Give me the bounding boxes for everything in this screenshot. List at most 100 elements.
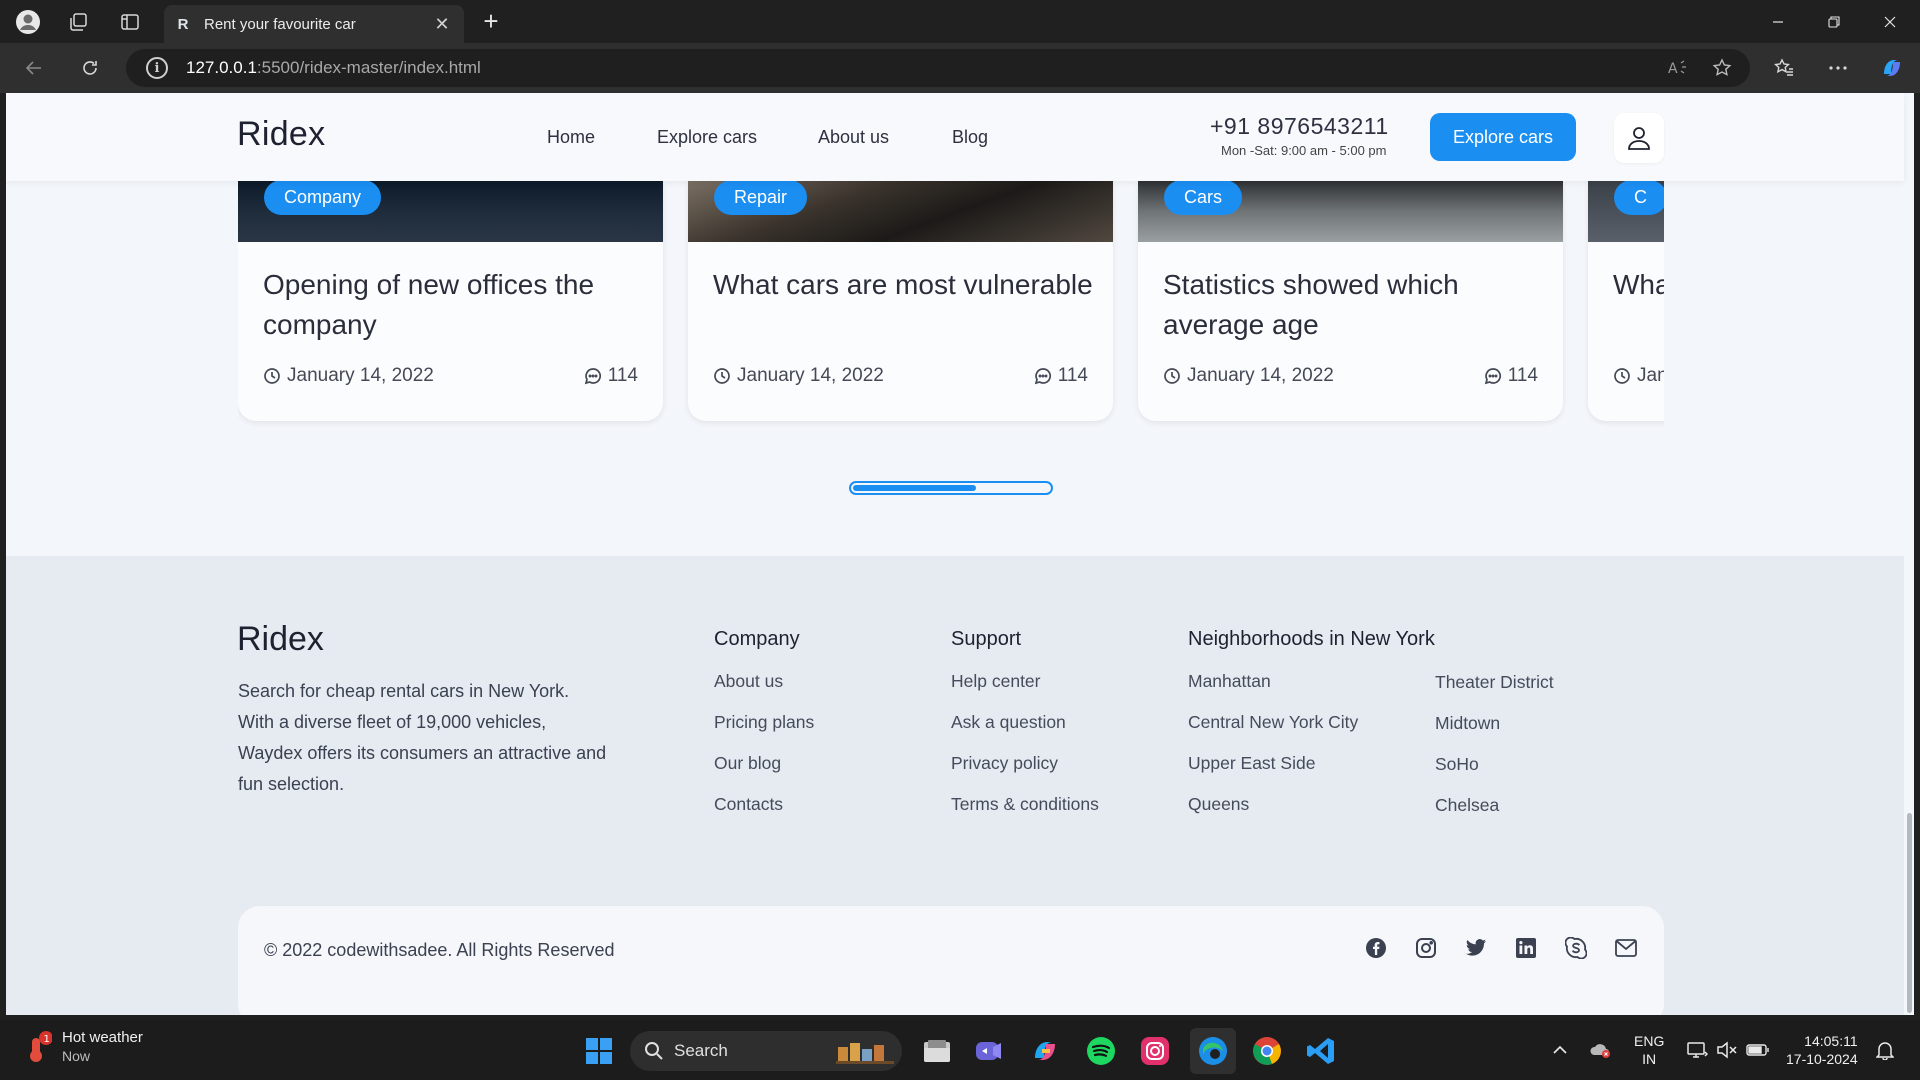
footer-link-neighborhood[interactable]: Midtown: [1435, 713, 1554, 735]
page-scrollbar[interactable]: [1904, 93, 1914, 1015]
copilot-icon[interactable]: [1874, 51, 1910, 85]
minimize-button[interactable]: [1750, 0, 1806, 43]
taskbar-search[interactable]: Search: [630, 1031, 902, 1071]
restore-button[interactable]: [1806, 0, 1862, 43]
site-logo[interactable]: Ridex: [237, 115, 325, 154]
copyright-text: © 2022 codewithsadee. All Rights Reserve…: [264, 940, 615, 960]
footer-bottom-bar: © 2022 codewithsadee. All Rights Reserve…: [238, 906, 1664, 1015]
clock[interactable]: 14:05:11 17-10-2024: [1786, 1020, 1858, 1080]
read-aloud-icon[interactable]: A: [1660, 49, 1696, 87]
footer-link-neighborhood[interactable]: Upper East Side: [1188, 753, 1435, 775]
blog-card[interactable]: Repair What cars are most vulnerable Jan…: [688, 181, 1113, 421]
contact-phone[interactable]: +91 8976543211: [1210, 113, 1389, 140]
refresh-icon[interactable]: [72, 51, 108, 85]
teams-icon[interactable]: [970, 1032, 1008, 1070]
explore-cars-button[interactable]: Explore cars: [1430, 113, 1576, 161]
onedrive-icon[interactable]: [1588, 1020, 1612, 1080]
browser-tab-active[interactable]: R Rent your favourite car ✕: [164, 5, 464, 43]
blog-carousel[interactable]: Company Opening of new offices the compa…: [238, 181, 1664, 441]
blog-card-title[interactable]: Statistics showed which average age: [1163, 265, 1543, 345]
blog-card[interactable]: Company Opening of new offices the compa…: [238, 181, 663, 421]
tab-favicon-icon: R: [177, 15, 189, 33]
footer-link-privacy-policy[interactable]: Privacy policy: [951, 753, 1099, 775]
blog-card-meta: Jan: [1613, 365, 1664, 387]
footer-link-about-us[interactable]: About us: [714, 671, 814, 693]
close-window-button[interactable]: [1862, 0, 1918, 43]
language-indicator[interactable]: ENG IN: [1634, 1020, 1664, 1080]
blog-card-title[interactable]: Wha rent: [1613, 265, 1664, 305]
address-bar[interactable]: i 127.0.0.1:5500/ridex-master/index.html…: [126, 49, 1750, 87]
blog-card-title[interactable]: What cars are most vulnerable: [713, 265, 1093, 305]
battery-icon[interactable]: [1746, 1020, 1770, 1080]
profile-icon[interactable]: [8, 8, 48, 36]
site-header: Ridex Home Explore cars About us Blog +9…: [6, 93, 1904, 181]
footer-link-neighborhood[interactable]: Queens: [1188, 794, 1435, 816]
clock-icon: [1164, 368, 1180, 384]
nav-explore-cars[interactable]: Explore cars: [657, 127, 757, 148]
footer-link-neighborhood[interactable]: SoHo: [1435, 754, 1554, 776]
blog-card[interactable]: C Wha rent Jan: [1588, 181, 1664, 421]
linkedin-icon[interactable]: [1514, 936, 1538, 960]
network-icon[interactable]: [1686, 1020, 1708, 1080]
blog-card-meta: January 14, 2022 114: [1163, 365, 1538, 387]
footer-link-neighborhood[interactable]: Theater District: [1435, 672, 1554, 694]
favorite-star-icon[interactable]: [1704, 49, 1740, 87]
carousel-scrollbar-thumb[interactable]: [853, 485, 977, 491]
file-explorer-icon[interactable]: [918, 1032, 956, 1070]
blog-card-title[interactable]: Opening of new offices the company: [263, 265, 643, 345]
new-tab-button[interactable]: +: [476, 8, 506, 35]
twitter-icon[interactable]: [1464, 936, 1488, 960]
volume-muted-icon[interactable]: [1716, 1020, 1738, 1080]
blog-card-category[interactable]: Cars: [1164, 181, 1243, 215]
footer-link-contacts[interactable]: Contacts: [714, 794, 814, 816]
search-highlight-icon: [836, 1043, 894, 1064]
show-hidden-icons[interactable]: [1552, 1020, 1568, 1080]
vscode-icon[interactable]: [1302, 1032, 1340, 1070]
copilot-taskbar-icon[interactable]: [1026, 1032, 1064, 1070]
footer-logo[interactable]: Ridex: [237, 620, 324, 659]
footer-link-ask-question[interactable]: Ask a question: [951, 712, 1099, 734]
weather-widget[interactable]: 1 Hot weather Now: [26, 1028, 143, 1066]
favorites-icon[interactable]: [1766, 51, 1802, 85]
blog-card-meta: January 14, 2022 114: [263, 365, 638, 387]
blog-card-category[interactable]: Company: [264, 181, 382, 215]
footer-link-neighborhood[interactable]: Central New York City: [1188, 712, 1435, 734]
carousel-scrollbar[interactable]: [849, 481, 1053, 495]
user-account-button[interactable]: [1614, 113, 1664, 163]
blog-card[interactable]: Cars Statistics showed which average age…: [1138, 181, 1563, 421]
footer-link-our-blog[interactable]: Our blog: [714, 753, 814, 775]
nav-home[interactable]: Home: [547, 127, 595, 148]
notification-bell-icon[interactable]: [1876, 1020, 1894, 1080]
blog-card-category[interactable]: C: [1614, 181, 1664, 215]
spotify-icon[interactable]: [1082, 1032, 1120, 1070]
facebook-icon[interactable]: [1364, 936, 1388, 960]
footer-link-pricing-plans[interactable]: Pricing plans: [714, 712, 814, 734]
start-icon[interactable]: [580, 1032, 618, 1070]
taskbar-search-label: Search: [674, 1041, 728, 1060]
chrome-icon[interactable]: [1248, 1032, 1286, 1070]
workspaces-icon[interactable]: [58, 8, 98, 36]
footer-support-column: Support Help center Ask a question Priva…: [951, 628, 1099, 835]
url-text[interactable]: 127.0.0.1:5500/ridex-master/index.html: [186, 58, 481, 78]
tab-close-icon[interactable]: ✕: [430, 14, 454, 35]
page-scrollbar-thumb[interactable]: [1907, 813, 1912, 1013]
nav-about-us[interactable]: About us: [818, 127, 889, 148]
footer-link-neighborhood[interactable]: Manhattan: [1188, 671, 1435, 693]
thermometer-icon: 1: [30, 1031, 52, 1062]
site-info-icon[interactable]: i: [146, 57, 168, 79]
blog-card-category[interactable]: Repair: [714, 181, 808, 215]
footer-link-neighborhood[interactable]: Chelsea: [1435, 795, 1554, 817]
instagram-app-icon[interactable]: [1136, 1032, 1174, 1070]
instagram-icon[interactable]: [1414, 936, 1438, 960]
mail-icon[interactable]: [1614, 936, 1638, 960]
footer-link-help-center[interactable]: Help center: [951, 671, 1099, 693]
skype-icon[interactable]: [1564, 936, 1588, 960]
clock-icon: [1614, 368, 1630, 384]
edge-icon[interactable]: [1190, 1028, 1236, 1074]
blog-card-date: January 14, 2022: [737, 365, 884, 386]
vertical-tabs-icon[interactable]: [110, 8, 150, 36]
nav-blog[interactable]: Blog: [952, 127, 988, 148]
more-options-icon[interactable]: [1820, 51, 1856, 85]
footer-link-terms[interactable]: Terms & conditions: [951, 794, 1099, 816]
back-icon[interactable]: [16, 51, 52, 85]
